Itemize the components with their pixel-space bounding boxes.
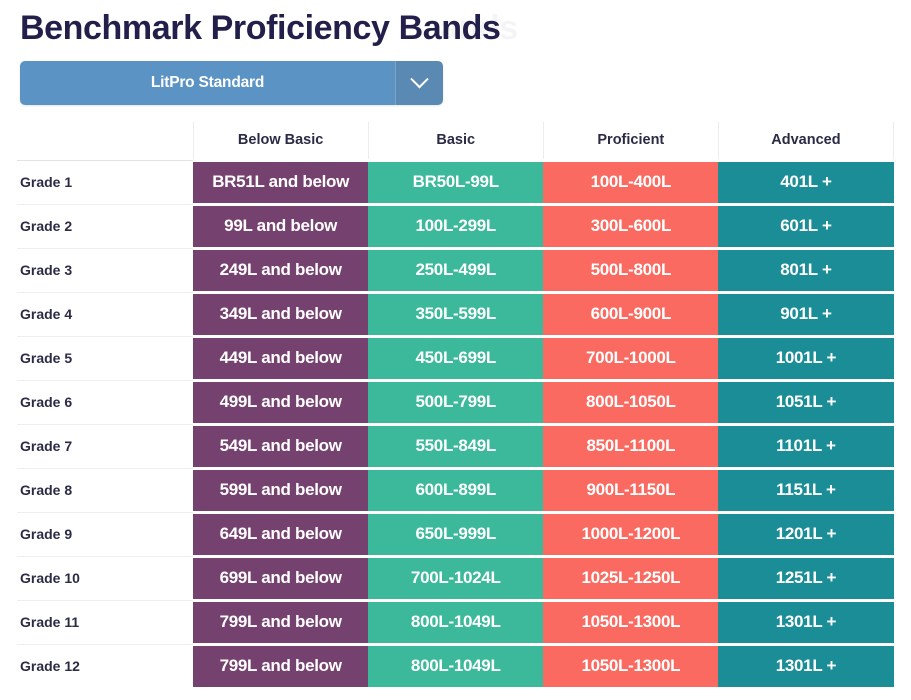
band-cell-basic: 100L-299L [368, 202, 544, 250]
grade-label: Grade 3 [17, 247, 194, 292]
band-cell-basic: 500L-799L [368, 378, 544, 426]
band-cell-proficient: 800L-1050L [543, 378, 719, 426]
page-title: Benchmark Proficiency Bands [20, 9, 501, 47]
band-cell-advanced: 401L + [718, 158, 894, 206]
band-cell-below-basic: 449L and below [193, 334, 369, 382]
table-row: Grade 9 649L and below 650L-999L 1000L-1200… [17, 510, 894, 558]
band-cell-below-basic: 549L and below [193, 422, 369, 470]
grade-label: Grade 12 [17, 643, 194, 688]
band-cell-basic: 800L-1049L [368, 642, 544, 690]
table-row: Grade 7 549L and below 550L-849L 850L-1100L… [17, 422, 894, 470]
grade-label: Grade 1 [17, 159, 194, 204]
band-cell-below-basic: 649L and below [193, 510, 369, 558]
table-row: Grade 10 699L and below 700L-1024L 1025L-12… [17, 554, 894, 602]
band-cell-advanced: 1001L + [718, 334, 894, 382]
table-row: Grade 1 BR51L and below BR50L-99L 100L-400L… [17, 158, 894, 206]
column-header-proficient: Proficient [542, 122, 719, 161]
chevron-down-icon [410, 69, 429, 88]
band-cell-proficient: 1050L-1300L [543, 642, 719, 690]
column-header-advanced: Advanced [717, 122, 895, 161]
band-cell-proficient: 100L-400L [543, 158, 719, 206]
band-cell-proficient: 300L-600L [543, 202, 719, 250]
band-cell-proficient: 1000L-1200L [543, 510, 719, 558]
band-cell-below-basic: 799L and below [193, 598, 369, 646]
band-cell-proficient: 500L-800L [543, 246, 719, 294]
grade-label: Grade 8 [17, 467, 194, 512]
band-cell-proficient: 600L-900L [543, 290, 719, 338]
band-cell-proficient: 900L-1150L [543, 466, 719, 514]
proficiency-bands-table: Below Basic Basic Proficient Advanced Gr… [17, 122, 895, 690]
grade-label: Grade 6 [17, 379, 194, 424]
grade-label: Grade 5 [17, 335, 194, 380]
grade-label: Grade 9 [17, 511, 194, 556]
band-cell-basic: 650L-999L [368, 510, 544, 558]
band-cell-advanced: 601L + [718, 202, 894, 250]
table-body: Grade 1 BR51L and below BR50L-99L 100L-400L… [17, 158, 894, 690]
band-cell-proficient: 1025L-1250L [543, 554, 719, 602]
table-row: Grade 8 599L and below 600L-899L 900L-1150L… [17, 466, 894, 514]
band-cell-below-basic: 799L and below [193, 642, 369, 690]
table-row: Grade 3 249L and below 250L-499L 500L-800L 8… [17, 246, 894, 294]
band-cell-basic: 350L-599L [368, 290, 544, 338]
band-cell-basic: 450L-699L [368, 334, 544, 382]
band-cell-below-basic: 349L and below [193, 290, 369, 338]
band-cell-below-basic: BR51L and below [193, 158, 369, 206]
table-header: Below Basic Basic Proficient Advanced [17, 122, 895, 161]
column-header-below-basic: Below Basic [192, 122, 369, 161]
band-cell-below-basic: 699L and below [193, 554, 369, 602]
band-cell-advanced: 1251L + [718, 554, 894, 602]
band-cell-advanced: 901L + [718, 290, 894, 338]
grade-label: Grade 10 [17, 555, 194, 600]
dropdown-toggle-button[interactable] [395, 61, 443, 105]
table-row: Grade 6 499L and below 500L-799L 800L-1050L… [17, 378, 894, 426]
band-cell-advanced: 1301L + [718, 598, 894, 646]
grade-label: Grade 11 [17, 599, 194, 644]
table-row: Grade 2 99L and below 100L-299L 300L-600L 60… [17, 202, 894, 250]
band-cell-proficient: 700L-1000L [543, 334, 719, 382]
grade-label: Grade 7 [17, 423, 194, 468]
table-header-row: Below Basic Basic Proficient Advanced [17, 122, 895, 161]
band-cell-advanced: 801L + [718, 246, 894, 294]
band-cell-basic: 250L-499L [368, 246, 544, 294]
band-cell-advanced: 1051L + [718, 378, 894, 426]
benchmark-proficiency-page: ands Benchmark Proficiency Bands LitPro … [0, 0, 911, 700]
table-row: Grade 4 349L and below 350L-599L 600L-900L 9… [17, 290, 894, 338]
band-cell-below-basic: 249L and below [193, 246, 369, 294]
band-cell-advanced: 1301L + [718, 642, 894, 690]
column-header-basic: Basic [367, 122, 544, 161]
band-cell-basic: 550L-849L [368, 422, 544, 470]
band-cell-basic: 800L-1049L [368, 598, 544, 646]
band-cell-proficient: 850L-1100L [543, 422, 719, 470]
table-row: Grade 11 799L and below 800L-1049L 1050L-13… [17, 598, 894, 646]
grade-label: Grade 4 [17, 291, 194, 336]
band-cell-advanced: 1201L + [718, 510, 894, 558]
band-cell-advanced: 1101L + [718, 422, 894, 470]
band-cell-proficient: 1050L-1300L [543, 598, 719, 646]
standard-select-dropdown[interactable]: LitPro Standard [20, 61, 443, 105]
band-cell-basic: 700L-1024L [368, 554, 544, 602]
band-cell-below-basic: 499L and below [193, 378, 369, 426]
grade-label: Grade 2 [17, 203, 194, 248]
band-cell-advanced: 1151L + [718, 466, 894, 514]
column-header-grade [17, 122, 194, 161]
band-cell-below-basic: 599L and below [193, 466, 369, 514]
band-cell-basic: 600L-899L [368, 466, 544, 514]
band-cell-below-basic: 99L and below [193, 202, 369, 250]
table-row: Grade 5 449L and below 450L-699L 700L-1000L… [17, 334, 894, 382]
band-cell-basic: BR50L-99L [368, 158, 544, 206]
table-row: Grade 12 799L and below 800L-1049L 1050L-13… [17, 642, 894, 690]
dropdown-selected-label: LitPro Standard [20, 61, 395, 105]
